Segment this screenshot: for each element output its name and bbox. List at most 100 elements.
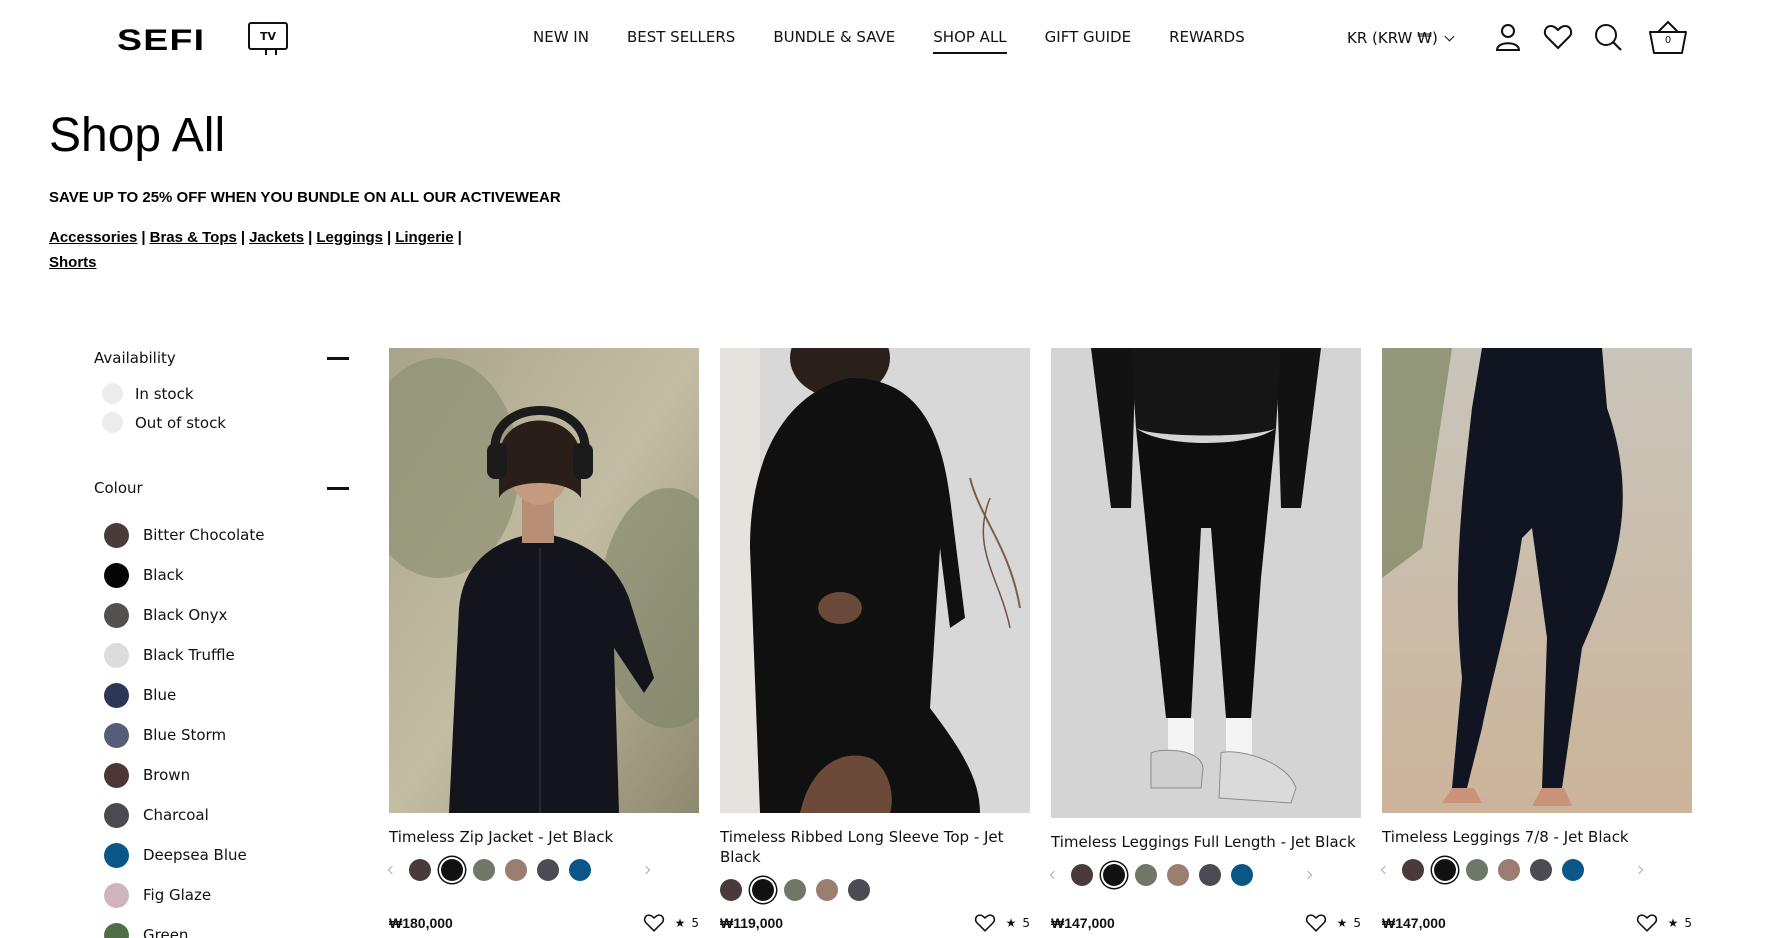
wishlist-heart-icon[interactable]: [643, 913, 665, 933]
product-image[interactable]: [389, 348, 699, 813]
colour-option-label: Brown: [143, 766, 191, 784]
product-colour-swatch[interactable]: [1530, 859, 1552, 881]
product-colour-swatch[interactable]: [848, 879, 870, 901]
category-link-lingerie[interactable]: Lingerie: [395, 229, 453, 246]
colour-swatch[interactable]: [104, 602, 129, 628]
category-link-bras-tops[interactable]: Bras & Tops: [150, 229, 237, 246]
tv-icon[interactable]: TV: [248, 22, 288, 55]
product-colour-swatch[interactable]: [1562, 859, 1584, 881]
colour-swatch[interactable]: [104, 882, 129, 908]
product-title[interactable]: Timeless Ribbed Long Sleeve Top - Jet Bl…: [720, 827, 1030, 867]
chevron-right-icon[interactable]: [1303, 870, 1313, 880]
colour-swatch[interactable]: [104, 762, 129, 788]
colour-option-label: Green: [143, 926, 189, 938]
separator: |: [308, 229, 313, 246]
wishlist-heart-icon[interactable]: [1305, 913, 1327, 933]
product-image[interactable]: [1382, 348, 1692, 813]
product-colour-swatch[interactable]: [1167, 864, 1189, 886]
chevron-right-icon[interactable]: [1634, 865, 1644, 875]
colour-swatch[interactable]: [104, 562, 129, 588]
colour-option-charcoal[interactable]: Charcoal: [94, 795, 349, 835]
colour-swatch[interactable]: [104, 642, 129, 668]
currency-selector[interactable]: KR (KRW ₩): [1347, 29, 1455, 47]
collapse-minus-icon[interactable]: [327, 486, 349, 490]
chevron-left-icon[interactable]: [1380, 865, 1390, 875]
product-colour-swatch[interactable]: [720, 879, 742, 901]
colour-swatch[interactable]: [104, 802, 129, 828]
colour-swatch[interactable]: [104, 522, 129, 548]
collapse-minus-icon[interactable]: [327, 356, 349, 360]
nav-new-in[interactable]: NEW IN: [533, 28, 589, 54]
product-title[interactable]: Timeless Zip Jacket - Jet Black: [389, 827, 699, 847]
nav-gift-guide[interactable]: GIFT GUIDE: [1045, 28, 1131, 54]
colour-option-black-truffle[interactable]: Black Truffle: [94, 635, 349, 675]
category-link-leggings[interactable]: Leggings: [316, 229, 383, 246]
nav-rewards[interactable]: REWARDS: [1169, 28, 1245, 54]
brand-logo[interactable]: SEFI: [117, 24, 205, 58]
product-colour-swatch[interactable]: [1071, 864, 1093, 886]
product-colour-swatch[interactable]: [537, 859, 559, 881]
chevron-right-icon[interactable]: [641, 865, 651, 875]
product-colour-swatch[interactable]: [1434, 859, 1456, 881]
colour-option-blue[interactable]: Blue: [94, 675, 349, 715]
product-colour-swatch[interactable]: [409, 859, 431, 881]
colour-option-fig-glaze[interactable]: Fig Glaze: [94, 875, 349, 915]
colour-option-black[interactable]: Black: [94, 555, 349, 595]
wishlist-heart-icon[interactable]: [974, 913, 996, 933]
product-colour-swatch[interactable]: [1466, 859, 1488, 881]
product-colour-swatch[interactable]: [1135, 864, 1157, 886]
availability-filter-header[interactable]: Availability: [94, 345, 349, 371]
product-colour-swatch[interactable]: [473, 859, 495, 881]
product-colour-swatch[interactable]: [816, 879, 838, 901]
product-card[interactable]: Timeless Ribbed Long Sleeve Top - Jet Bl…: [720, 348, 1030, 932]
nav-bundle-save[interactable]: BUNDLE & SAVE: [773, 28, 895, 54]
colour-filter-header[interactable]: Colour: [94, 475, 349, 501]
nav-shop-all[interactable]: SHOP ALL: [933, 28, 1008, 54]
colour-option-black-onyx[interactable]: Black Onyx: [94, 595, 349, 635]
product-card[interactable]: Timeless Leggings Full Length - Jet Blac…: [1049, 348, 1361, 932]
chevron-left-icon[interactable]: [1049, 870, 1059, 880]
colour-option-green[interactable]: Green: [94, 915, 349, 938]
product-colour-swatch[interactable]: [1231, 864, 1253, 886]
nav-best-sellers[interactable]: BEST SELLERS: [627, 28, 735, 54]
colour-swatch[interactable]: [104, 682, 129, 708]
currency-label: KR (KRW ₩): [1347, 29, 1438, 47]
product-image[interactable]: [720, 348, 1030, 813]
search-icon[interactable]: [1593, 22, 1623, 56]
product-card[interactable]: Timeless Leggings 7/8 - Jet Black ₩147,0…: [1380, 348, 1692, 932]
product-image[interactable]: [1051, 348, 1361, 818]
product-colour-swatch[interactable]: [1498, 859, 1520, 881]
category-link-jackets[interactable]: Jackets: [249, 229, 304, 246]
colour-option-brown[interactable]: Brown: [94, 755, 349, 795]
product-card[interactable]: Timeless Zip Jacket - Jet Black ₩180,000…: [387, 348, 699, 932]
category-link-accessories[interactable]: Accessories: [49, 229, 137, 246]
product-colour-swatch[interactable]: [1199, 864, 1221, 886]
option-label: Out of stock: [135, 413, 226, 432]
main-nav: NEW IN BEST SELLERS BUNDLE & SAVE SHOP A…: [533, 28, 1245, 54]
cart-basket-icon[interactable]: 0: [1648, 20, 1688, 56]
product-title[interactable]: Timeless Leggings 7/8 - Jet Black: [1382, 827, 1692, 847]
product-colour-swatch[interactable]: [569, 859, 591, 881]
account-icon[interactable]: [1493, 22, 1523, 56]
colour-option-deepsea-blue[interactable]: Deepsea Blue: [94, 835, 349, 875]
product-colour-swatch[interactable]: [1103, 864, 1125, 886]
colour-option-bitter-chocolate[interactable]: Bitter Chocolate: [94, 515, 349, 555]
product-colour-swatch[interactable]: [505, 859, 527, 881]
product-colour-swatch[interactable]: [1402, 859, 1424, 881]
product-colour-swatch[interactable]: [441, 859, 463, 881]
wishlist-heart-icon[interactable]: [1636, 913, 1658, 933]
radio-button[interactable]: [102, 412, 123, 433]
availability-option-out-of-stock[interactable]: Out of stock: [94, 408, 349, 437]
colour-swatch[interactable]: [104, 722, 129, 748]
wishlist-heart-icon[interactable]: [1543, 22, 1573, 56]
colour-swatch[interactable]: [104, 922, 129, 938]
category-link-shorts[interactable]: Shorts: [49, 254, 97, 271]
colour-swatch[interactable]: [104, 842, 129, 868]
product-colour-swatch[interactable]: [752, 879, 774, 901]
radio-button[interactable]: [102, 383, 123, 404]
product-title[interactable]: Timeless Leggings Full Length - Jet Blac…: [1051, 832, 1361, 852]
chevron-left-icon[interactable]: [387, 865, 397, 875]
availability-option-in-stock[interactable]: In stock: [94, 379, 349, 408]
product-colour-swatch[interactable]: [784, 879, 806, 901]
colour-option-blue-storm[interactable]: Blue Storm: [94, 715, 349, 755]
